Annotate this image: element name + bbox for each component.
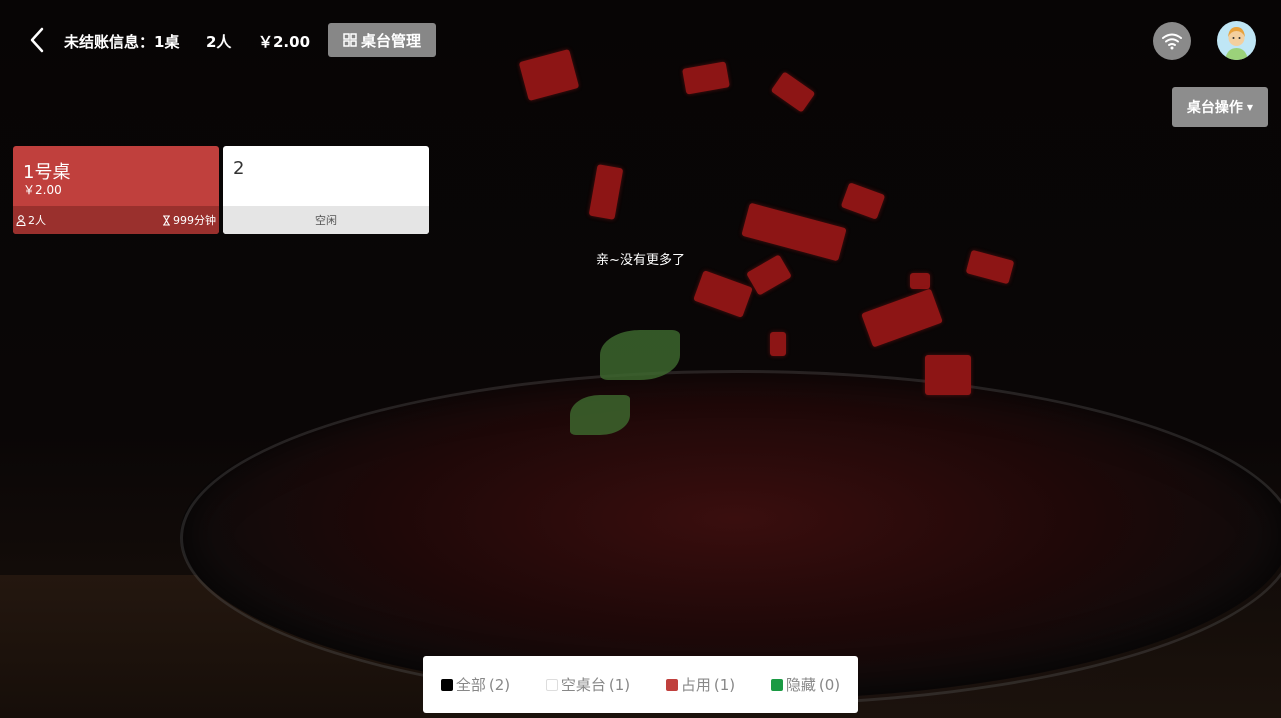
chili-flake	[910, 273, 930, 289]
back-icon	[30, 27, 44, 53]
filter-hidden[interactable]: 隐藏 (0)	[770, 674, 841, 695]
avatar[interactable]	[1217, 21, 1256, 60]
background-photo	[0, 0, 1281, 718]
caret-down-icon: ▼	[1246, 102, 1254, 112]
top-bar: 未结账信息：1桌 2人 ￥2.00 桌台管理 桌台操作 ▼	[0, 0, 1281, 127]
filter-all-count: (2)	[488, 675, 511, 694]
wifi-icon	[1162, 33, 1182, 50]
unsettled-info: 未结账信息：1桌	[64, 33, 180, 51]
table-operations-button[interactable]: 桌台操作 ▼	[1172, 87, 1268, 127]
unsettled-amount: ￥2.00	[258, 33, 311, 51]
table-name: 2	[233, 158, 245, 179]
table-status: 空闲	[315, 214, 337, 227]
filter-hidden-count: (0)	[818, 675, 841, 694]
table-operations-label: 桌台操作	[1186, 100, 1243, 116]
status-legend: 全部 (2) 空桌台 (1) 占用 (1) 隐藏 (0)	[423, 656, 858, 713]
no-more-text: 亲~没有更多了	[596, 253, 685, 268]
chili-flake	[925, 355, 971, 395]
people-info: 2人	[16, 212, 46, 228]
duration-info: 999分钟	[162, 212, 216, 228]
herb-leaf	[600, 330, 680, 380]
grid-icon	[343, 33, 357, 47]
table-price: ￥2.00	[23, 183, 62, 197]
filter-all-label: 全部	[455, 676, 486, 694]
herb-leaf	[570, 395, 630, 435]
filter-all[interactable]: 全部 (2)	[440, 674, 511, 695]
table-duration: 999分钟	[173, 214, 216, 227]
filter-occupied-label: 占用	[680, 676, 711, 694]
wifi-button[interactable]	[1153, 22, 1191, 60]
table-card-1[interactable]: 1号桌 ￥2.00 2人 999分钟	[13, 146, 219, 234]
chili-flake	[693, 270, 753, 318]
chili-flake	[588, 164, 624, 220]
people-count: 2人	[206, 33, 232, 51]
swatch-occupied	[665, 678, 678, 691]
filter-empty-label: 空桌台	[560, 676, 606, 694]
table-card-2[interactable]: 2 空闲	[223, 146, 429, 234]
hourglass-icon	[163, 214, 170, 226]
table-card-footer: 2人 999分钟	[13, 206, 219, 234]
back-button[interactable]	[24, 25, 52, 55]
swatch-all	[440, 678, 453, 691]
swatch-hidden	[770, 678, 783, 691]
filter-occupied-count: (1)	[713, 675, 736, 694]
filter-empty-count: (1)	[608, 675, 631, 694]
person-icon	[16, 214, 26, 226]
chili-flake	[770, 332, 786, 356]
chili-flake	[840, 182, 886, 220]
filter-empty[interactable]: 空桌台 (1)	[545, 674, 631, 695]
filter-hidden-label: 隐藏	[785, 676, 816, 694]
table-card-footer: 空闲	[223, 206, 429, 234]
avatar-image	[1225, 27, 1248, 60]
table-management-label: 桌台管理	[360, 31, 421, 50]
swatch-empty	[545, 678, 558, 691]
chili-flake	[861, 288, 943, 348]
table-people: 2人	[28, 214, 46, 227]
table-management-button[interactable]: 桌台管理	[328, 23, 436, 57]
filter-occupied[interactable]: 占用 (1)	[665, 674, 736, 695]
